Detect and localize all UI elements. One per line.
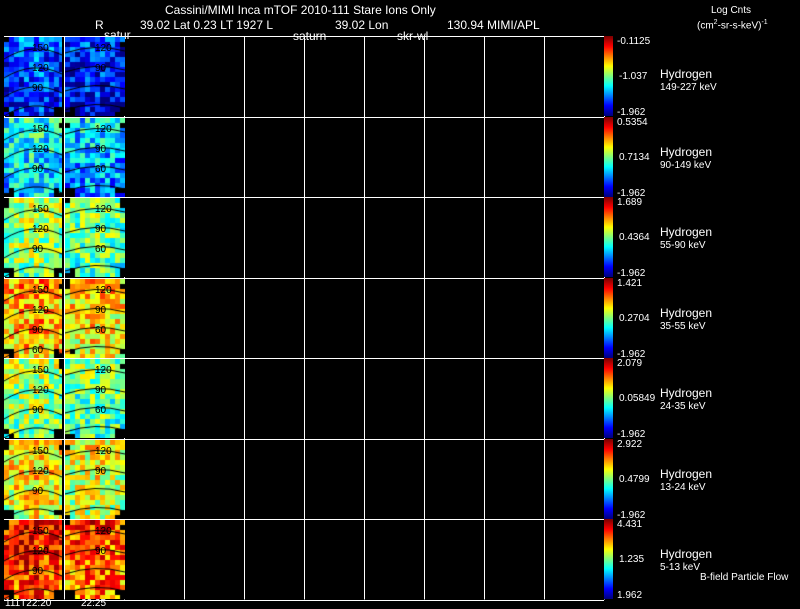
colorbar <box>604 358 613 438</box>
contour-label: 90 <box>32 83 44 94</box>
contour-label: 150 <box>32 285 49 296</box>
colorbar-max-label: 0.5354 <box>617 117 648 128</box>
colorbar-mid-label: 0.2704 <box>619 312 650 324</box>
colorbar-mid-label: 1.235 <box>619 553 645 565</box>
contour-label: 120 <box>95 526 112 537</box>
colorbar-mid-label: 0.4799 <box>619 473 650 485</box>
contour-label: 60 <box>32 345 44 356</box>
colorbar-max-label: 4.431 <box>617 519 643 530</box>
contour-label: 120 <box>32 305 49 316</box>
colorbar-max-label: 2.079 <box>617 358 643 369</box>
colorbar-mid-label: 0.4364 <box>619 231 650 243</box>
energy-range-label: 5-13 keV <box>660 562 701 573</box>
contour-label: 150 <box>32 446 49 457</box>
colorbar <box>604 36 613 116</box>
time-label-start: 111T22:20 <box>5 598 52 609</box>
colorbar-mid-label: 0.7134 <box>619 151 650 163</box>
species-label: Hydrogen <box>660 145 713 159</box>
energy-range-label: 149-227 keV <box>660 82 717 93</box>
time-label-end: 22:25 <box>81 598 107 609</box>
contour-label: 90 <box>95 144 107 155</box>
colorbar <box>604 519 613 599</box>
colorbar-mid-label: 0.05849 <box>619 392 656 404</box>
energy-range-label: 55-90 keV <box>660 240 706 251</box>
contour-label: 90 <box>32 164 44 175</box>
colorbar-max-label: 1.421 <box>617 278 643 289</box>
energy-range-label: 90-149 keV <box>660 160 712 171</box>
colorbar-min-label: 1.962 <box>617 590 643 601</box>
contour-label: 90 <box>95 305 107 316</box>
contour-label: 90 <box>32 566 44 577</box>
contour-label: 60 <box>95 244 107 255</box>
contour-label: 120 <box>95 285 112 296</box>
contour-label: 120 <box>32 385 49 396</box>
species-label: Hydrogen <box>660 306 713 320</box>
colorbar-max-label: 1.689 <box>617 197 643 208</box>
contour-label: 90 <box>95 224 107 235</box>
colorbar-max-label: 2.922 <box>617 439 643 450</box>
contour-label: 90 <box>95 385 107 396</box>
contour-label: 90 <box>95 466 107 477</box>
energy-range-label: 24-35 keV <box>660 401 706 412</box>
contour-label: 120 <box>95 124 112 135</box>
energy-range-label: 35-55 keV <box>660 321 706 332</box>
contour-label: 150 <box>32 526 49 537</box>
colorbar <box>604 197 613 277</box>
contour-label: 120 <box>95 365 112 376</box>
contour-label: 90 <box>95 546 107 557</box>
contour-label: 90 <box>32 244 44 255</box>
colorbar <box>604 278 613 358</box>
contour-label: 150 <box>32 204 49 215</box>
species-label: Hydrogen <box>660 467 713 481</box>
contour-label: 150 <box>32 365 49 376</box>
species-label: Hydrogen <box>660 386 713 400</box>
species-label: Hydrogen <box>660 225 713 239</box>
colorbar-max-label: -0.1125 <box>617 36 651 47</box>
contour-label: 120 <box>32 224 49 235</box>
contour-label: 90 <box>32 486 44 497</box>
colorbar <box>604 439 613 519</box>
contour-label: 120 <box>95 204 112 215</box>
energy-range-label: 13-24 keV <box>660 482 706 493</box>
contour-label: 120 <box>95 446 112 457</box>
contour-label: 90 <box>32 325 44 336</box>
contour-label: 60 <box>95 164 107 175</box>
contour-label: 60 <box>95 405 107 416</box>
species-label: Hydrogen <box>660 67 713 81</box>
contour-label: 150 <box>32 43 49 54</box>
contour-label: 150 <box>32 124 49 135</box>
colorbar <box>604 117 613 197</box>
bfield-note: B-field Particle Flow <box>700 572 789 583</box>
contour-label: 120 <box>95 43 112 54</box>
species-label: Hydrogen <box>660 547 713 561</box>
contour-label: 120 <box>32 466 49 477</box>
contour-label: 90 <box>95 63 107 74</box>
contour-label: 120 <box>32 546 49 557</box>
colorbar-mid-label: -1.037 <box>619 70 648 82</box>
contour-label: 90 <box>32 405 44 416</box>
contour-label: 120 <box>32 63 49 74</box>
contour-label: 120 <box>32 144 49 155</box>
contour-label: 60 <box>95 325 107 336</box>
